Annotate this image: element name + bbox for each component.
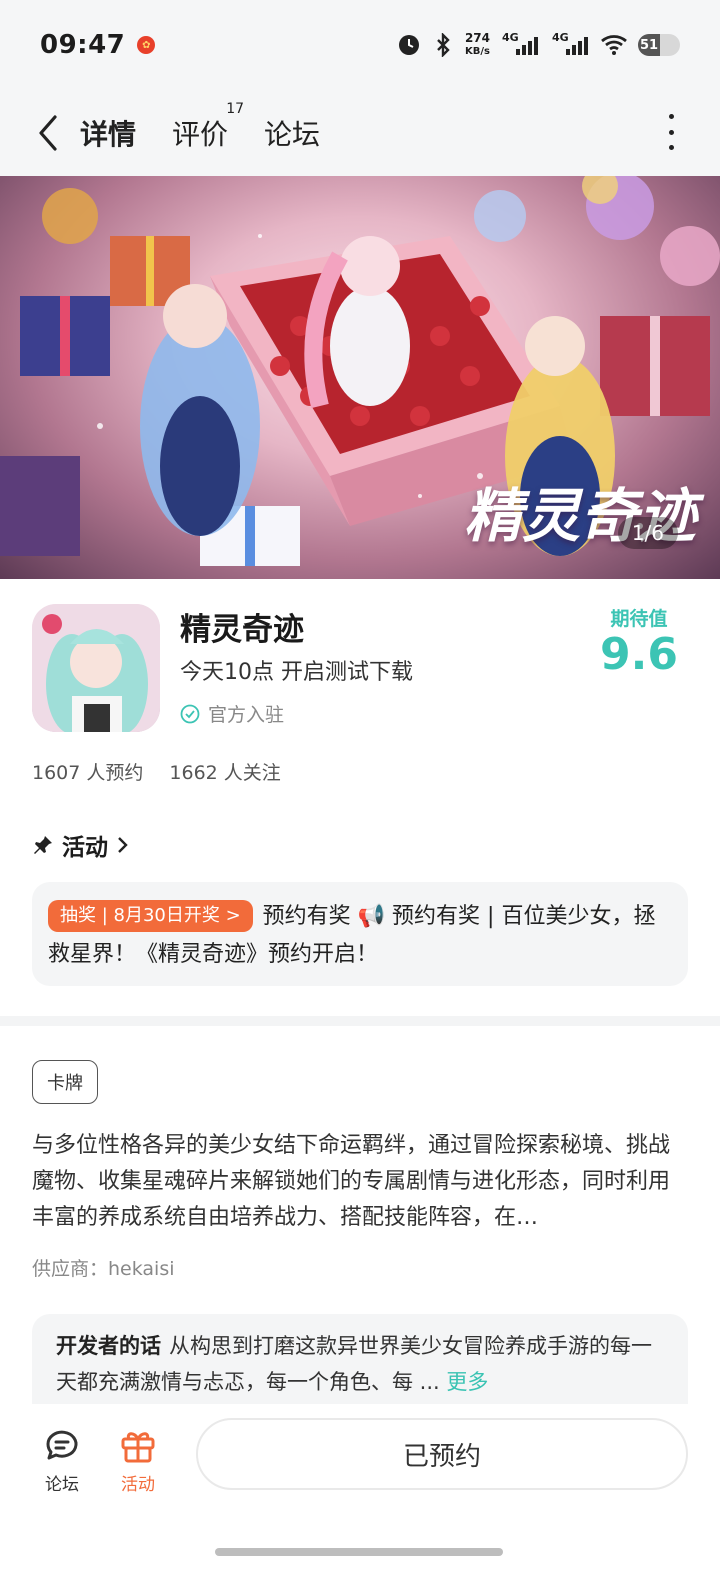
expectation-label: 期待值 [610,608,668,630]
cellular-signal-icon: 4G [500,31,540,57]
network-speed-unit: KB/s [464,46,490,57]
expectation-score: 期待值 9.6 [600,604,678,679]
stats-row: 1607 人预约 1662 人关注 [32,758,281,785]
game-description[interactable]: 与多位性格各异的美少女结下命运羁绊，通过冒险探索秘境、挑战魔物、收集星魂碎片来解… [32,1128,688,1236]
bottom-forum-button[interactable]: 论坛 [32,1426,92,1495]
developer-note-title: 开发者的话 [56,1334,161,1358]
cellular-signal-icon-2: 4G [550,31,590,57]
reserved-button[interactable]: 已预约 [196,1418,688,1490]
bottom-forum-label: 论坛 [45,1475,79,1495]
tab-details[interactable]: 详情 [76,113,141,153]
bottom-activity-label: 活动 [121,1475,155,1495]
bluetooth-icon [431,33,455,57]
more-options-button[interactable] [666,114,676,150]
banner-carousel[interactable]: 精灵奇迹 1/6 [0,176,720,579]
battery-icon: 51 [638,34,680,56]
section-divider [0,1016,720,1026]
reservation-count: 1607 人预约 [32,762,144,784]
tab-forum-label: 论坛 [264,118,321,151]
notification-app-icon: ✿ [137,36,156,54]
gift-icon [121,1432,155,1463]
status-bar: 09:47 ✿ 274 KB/s 4G 4G 51 [0,0,720,90]
top-nav: 详情 评价 17 论坛 [0,90,720,176]
review-count-badge: 17 [226,101,245,117]
developer-note-more-link[interactable]: 更多 [446,1370,488,1394]
official-badge: 官方入驻 [180,700,284,727]
pin-icon [34,836,52,854]
tab-reviews[interactable]: 评价 17 [172,101,244,153]
tab-forum[interactable]: 论坛 [264,113,320,153]
app-icon [32,604,160,732]
follower-count: 1662 人关注 [169,762,281,784]
app-info: 精灵奇迹 今天10点 开启测试下载 官方入驻 期待值 9.6 [32,604,688,734]
banner-pager: 1/6 [617,517,678,549]
expectation-value: 9.6 [600,629,678,680]
status-time: 09:47 [40,30,126,60]
network-speed: 274 KB/s [465,32,490,58]
official-label: 官方入驻 [208,704,285,726]
genre-tag[interactable]: 卡牌 [32,1060,98,1104]
supplier-info: 供应商：hekaisi [32,1258,175,1280]
game-description-text: 与多位性格各异的美少女结下命运羁绊，通过冒险探索秘境、挑战魔物、收集星魂碎片来解… [32,1133,671,1230]
more-dot [668,145,674,150]
tab-details-label: 详情 [80,118,137,151]
forum-chat-icon [46,1430,78,1460]
chevron-right-icon [118,837,128,853]
more-dot [668,114,674,119]
network-speed-value: 274 [464,31,490,45]
app-name: 精灵奇迹 [180,612,304,648]
activity-section-header[interactable]: 活动 [32,828,130,862]
verified-check-icon [180,704,200,723]
wifi-icon [600,33,628,57]
lottery-pill[interactable]: 抽奖 | 8月30日开奖 > [48,900,253,932]
battery-level: 51 [638,34,660,56]
home-indicator[interactable] [215,1548,503,1556]
alarm-icon [397,33,421,57]
tab-reviews-label: 评价 [172,118,229,151]
status-right: 274 KB/s 4G 4G 51 [397,31,680,58]
bottom-action-bar: 论坛 活动 已预约 [0,1404,720,1584]
back-button[interactable] [30,110,66,156]
back-arrow-icon [39,115,57,151]
signal-type-1: 4G [502,31,519,44]
activity-card[interactable]: 抽奖 | 8月30日开奖 > 预约有奖 📢 预约有奖 | 百位美少女，拯救星界！《… [32,882,688,986]
signal-type-2: 4G [552,31,569,44]
app-subtitle: 今天10点 开启测试下载 [180,660,413,685]
activity-header-label: 活动 [62,835,108,861]
bottom-activity-button[interactable]: 活动 [108,1426,168,1495]
status-left: 09:47 ✿ [40,30,156,60]
app-icon-art [32,604,160,732]
developer-note-card[interactable]: 开发者的话 从构思到打磨这款异世界美少女冒险养成手游的每一天都充满激情与忐忑，每一… [32,1314,688,1412]
more-dot [668,129,674,135]
